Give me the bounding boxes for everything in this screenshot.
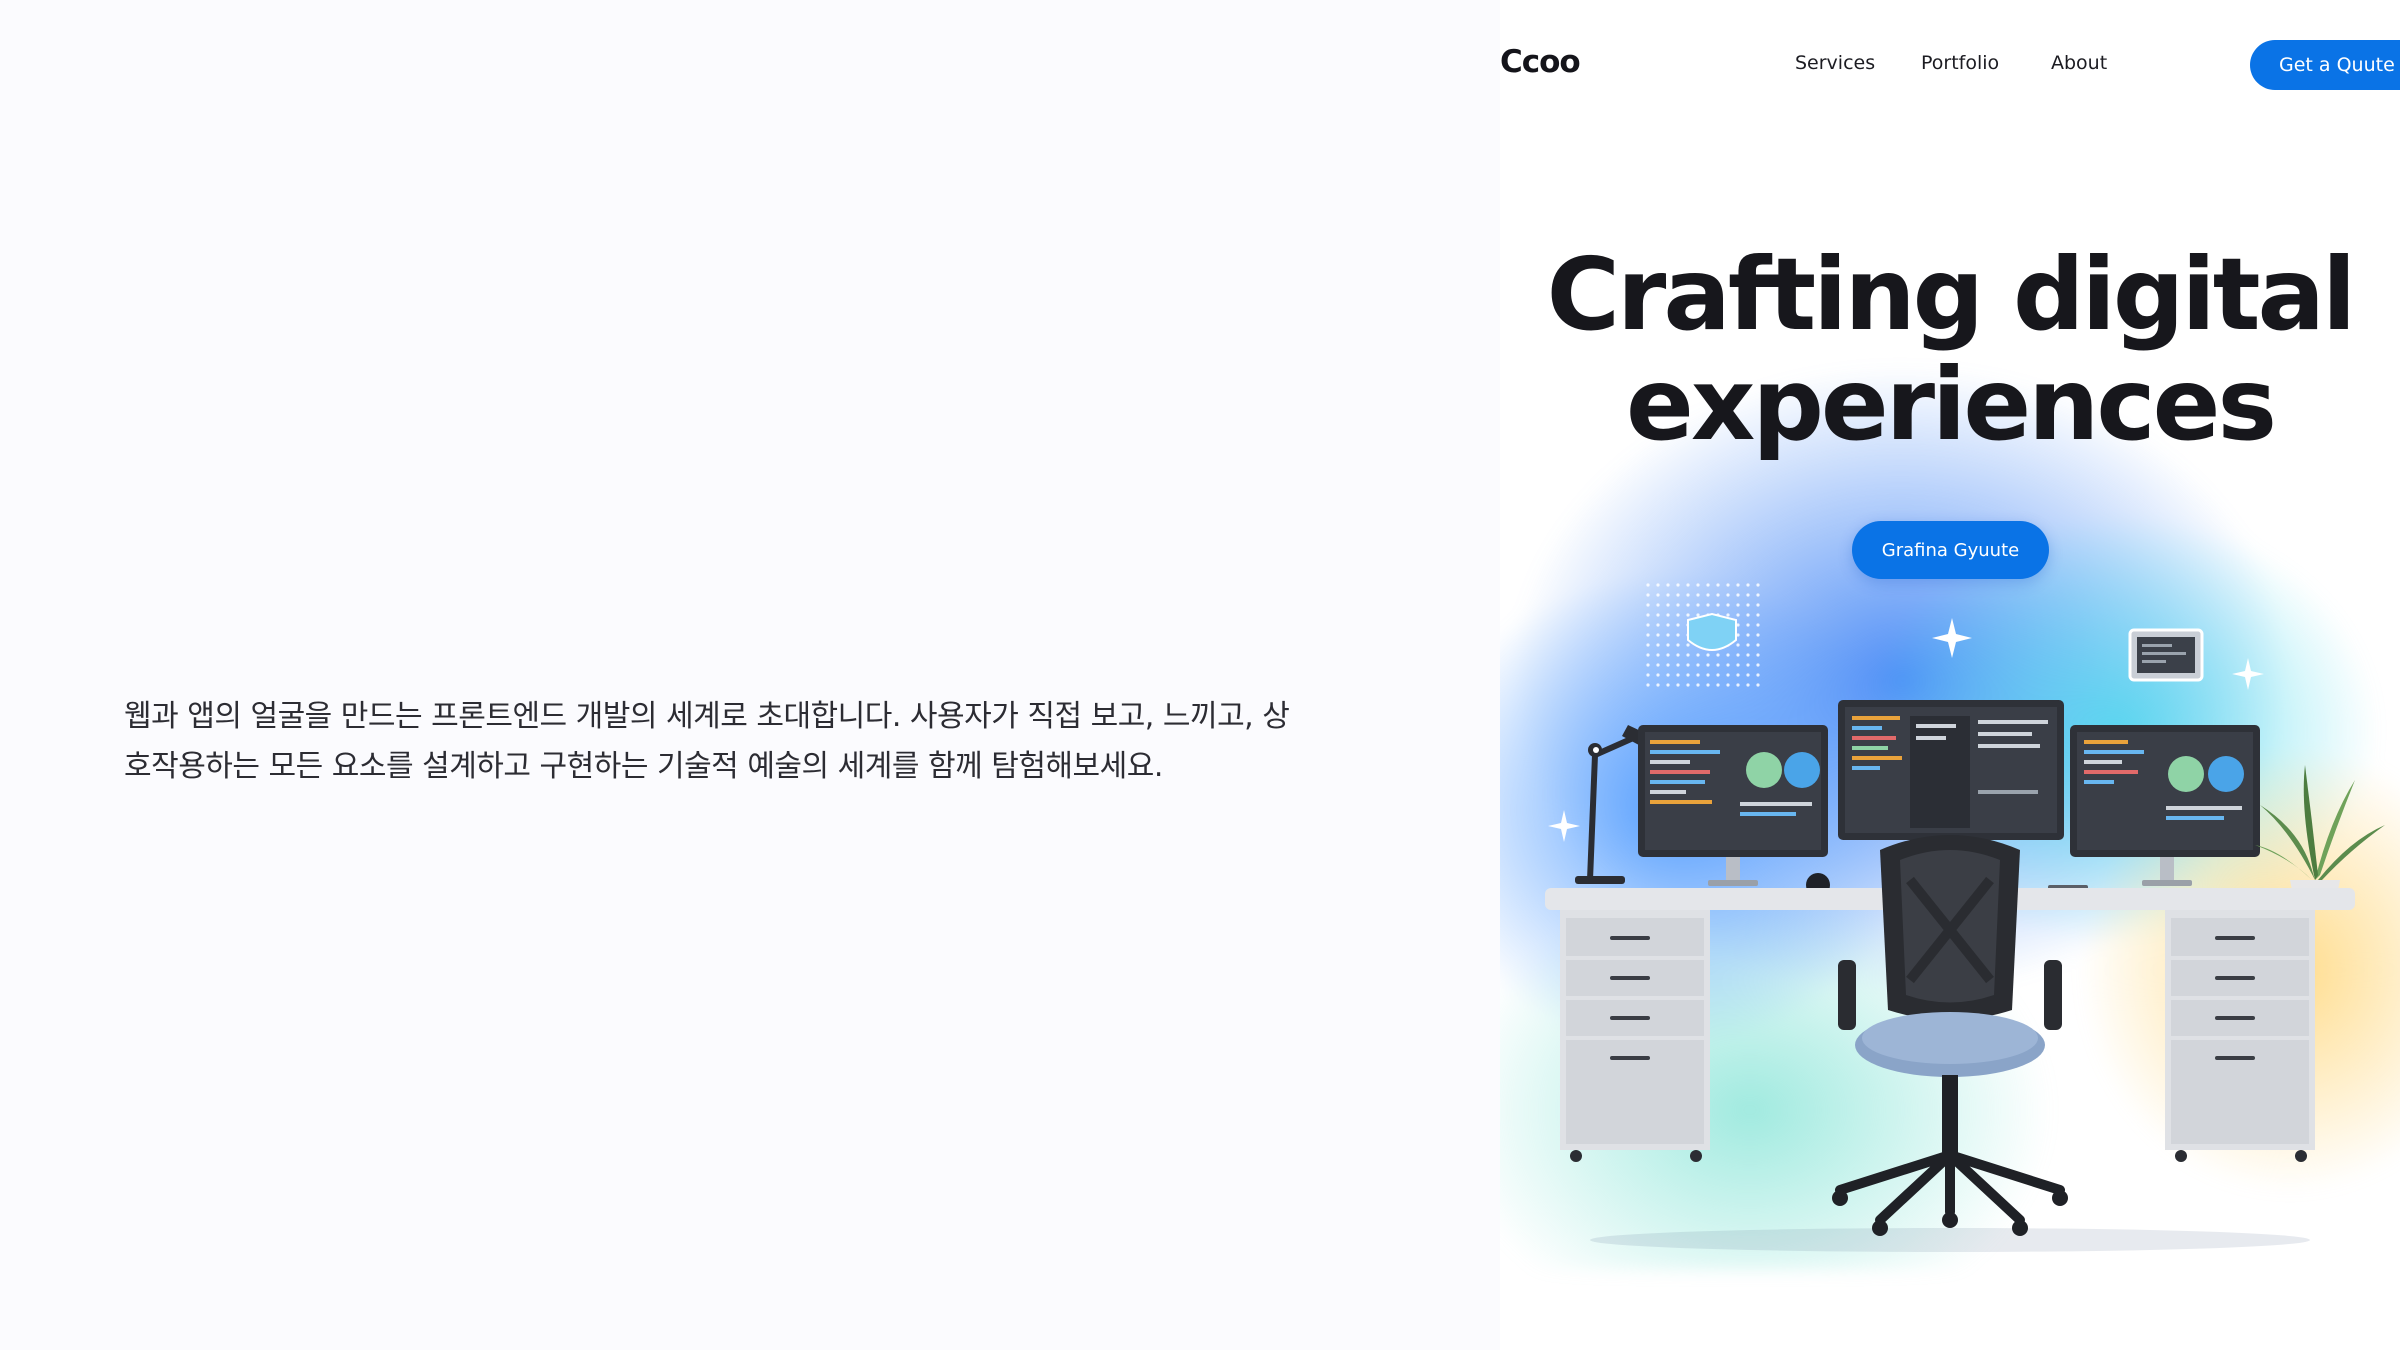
- hero-section: Ccoo Services Portfolio About Get a Quut…: [1500, 0, 2400, 1350]
- floating-widget: [2128, 628, 2204, 682]
- intro-line-2: 호작용하는 모든 요소를 설계하고 구현하는 기술적 예술의 세계를 함께 탐험…: [124, 749, 1163, 784]
- shield-badge-icon: [1687, 612, 1737, 651]
- nav-link-services[interactable]: Services: [1795, 52, 1875, 74]
- intro-paragraph: 웹과 앱의 얼굴을 만드는 프론트엔드 개발의 세계로 초대합니다. 사용자가 …: [124, 692, 1364, 792]
- monitor-right: [2070, 725, 2260, 886]
- hero-title-line-1: Crafting digital: [1546, 236, 2357, 353]
- navbar: Ccoo Services Portfolio About Get a Quut…: [1500, 0, 2400, 130]
- get-a-quote-button[interactable]: Get a Quute: [2250, 40, 2400, 90]
- monitor-left: [1638, 725, 1828, 886]
- intro-line-1: 웹과 앱의 얼굴을 만드는 프론트엔드 개발의 세계로 초대합니다. 사용자가 …: [124, 699, 1290, 734]
- left-panel: 웹과 앱의 얼굴을 만드는 프론트엔드 개발의 세계로 초대합니다. 사용자가 …: [0, 0, 1500, 1350]
- drawer-cabinet-right: [2165, 910, 2315, 1162]
- logo[interactable]: Ccoo: [1500, 44, 1581, 80]
- hero-title: Crafting digital experiences: [1500, 240, 2400, 460]
- nav-link-portfolio[interactable]: Portfolio: [1921, 52, 1999, 74]
- nav-link-about[interactable]: About: [2051, 52, 2107, 74]
- drawer-cabinet-left: [1560, 910, 1710, 1162]
- workspace-illustration: [1545, 540, 2385, 1252]
- circle-target-icon: [2309, 540, 2311, 565]
- hero-title-line-2: experiences: [1626, 346, 2277, 463]
